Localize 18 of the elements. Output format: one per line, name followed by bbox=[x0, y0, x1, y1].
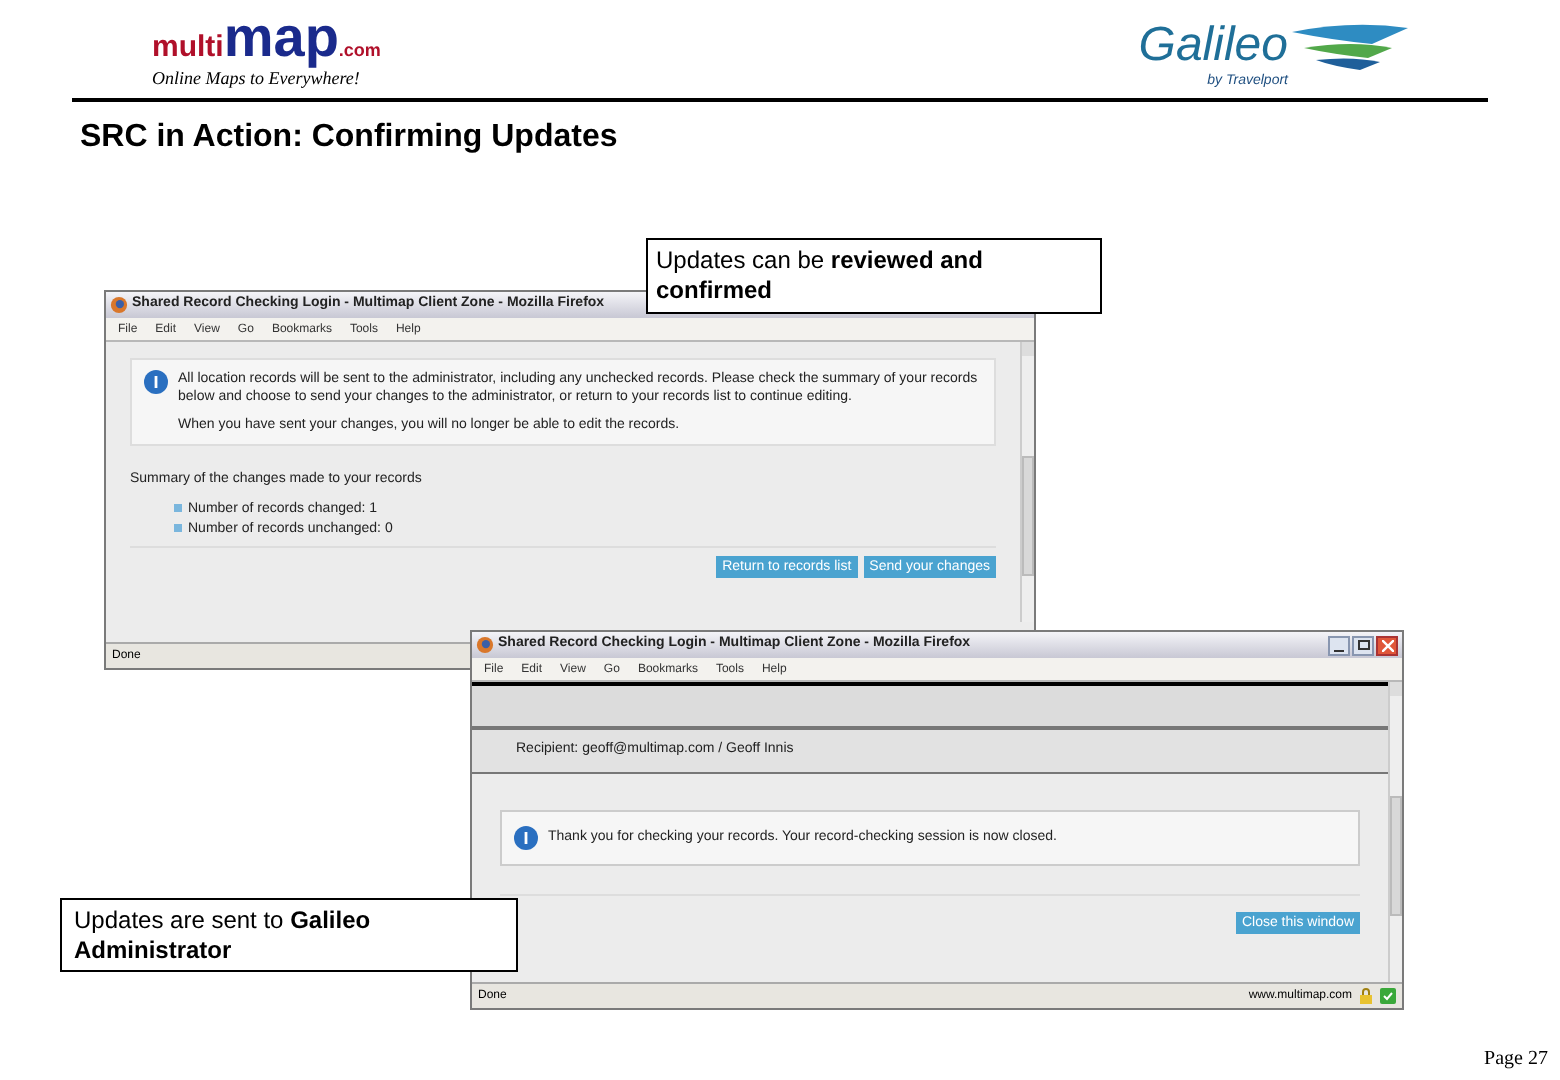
callout-text: Updates can be reviewed and confirmed bbox=[656, 246, 985, 306]
scrollbar[interactable] bbox=[1388, 682, 1402, 982]
page-number: Page 27 bbox=[1484, 1046, 1548, 1074]
close-button[interactable] bbox=[1376, 635, 1398, 655]
check-icon bbox=[1380, 988, 1396, 1004]
browser-icon bbox=[476, 636, 494, 654]
browser-icon bbox=[110, 296, 128, 314]
minimize-button[interactable] bbox=[1328, 635, 1350, 655]
info-icon bbox=[514, 826, 538, 850]
info-icon bbox=[144, 370, 168, 394]
scrollbar[interactable] bbox=[1020, 342, 1034, 622]
tagline: Online Maps to Everywhere! bbox=[152, 68, 362, 92]
callout-text: Updates are sent to Galileo Administrator bbox=[74, 906, 373, 966]
bullet-icon bbox=[174, 524, 182, 532]
slide-title: SRC in Action: Confirming Updates bbox=[80, 117, 620, 157]
padlock-icon bbox=[1358, 988, 1374, 1004]
maximize-button[interactable] bbox=[1352, 635, 1374, 655]
bullet-icon bbox=[174, 504, 182, 512]
